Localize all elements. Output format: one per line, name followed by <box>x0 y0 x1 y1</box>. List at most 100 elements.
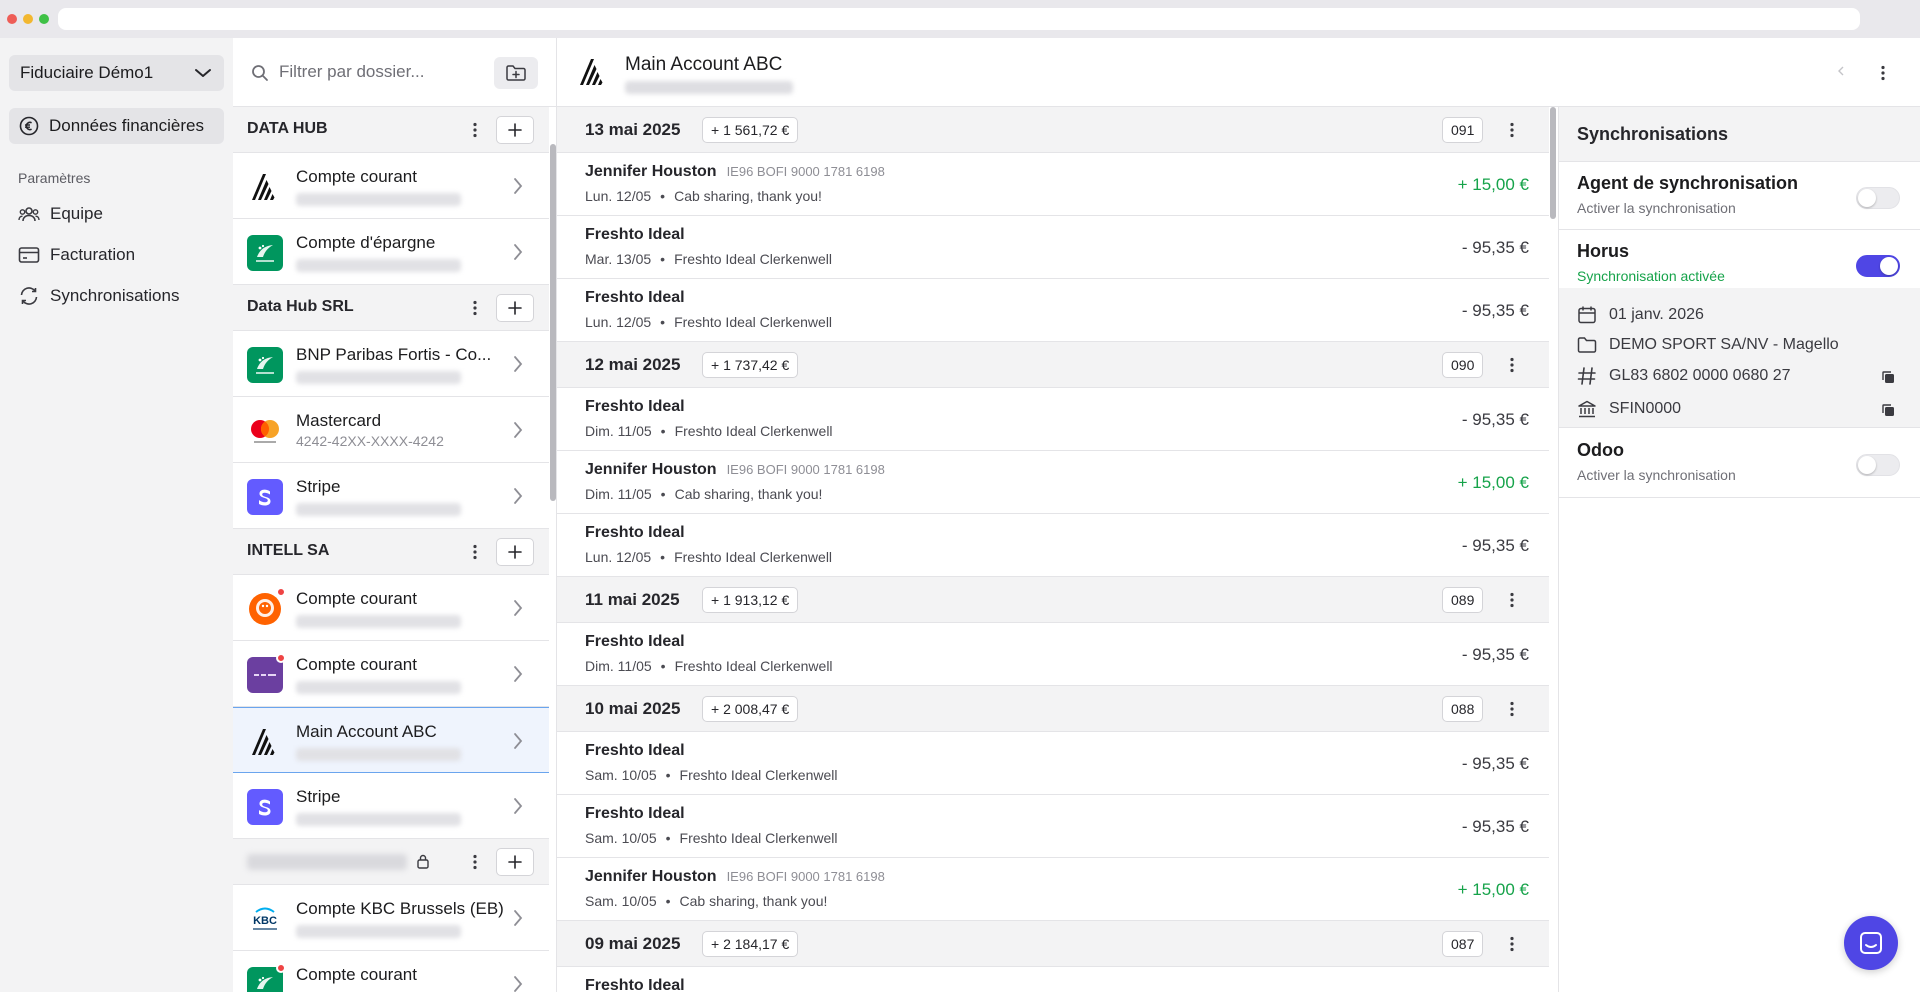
bnp-logo <box>247 235 283 271</box>
counterparty-iban: IE96 BOFI 9000 1781 6198 <box>726 164 885 179</box>
transaction-row[interactable]: Jennifer Houston IE96 BOFI 9000 1781 6198… <box>557 858 1557 921</box>
account-number-blurred <box>296 681 461 694</box>
copy-icon[interactable] <box>1881 403 1895 417</box>
more-vertical-icon <box>473 544 477 560</box>
address-bar[interactable] <box>58 8 1860 30</box>
account-item[interactable]: Stripe <box>233 773 549 839</box>
sidebar: Fiduciaire Démo1 Données financières Par… <box>0 38 233 992</box>
nav-billing[interactable]: Facturation <box>18 241 135 269</box>
plus-icon <box>508 301 522 315</box>
day-more-button[interactable] <box>1502 352 1522 378</box>
sync-agent-toggle[interactable] <box>1856 187 1900 209</box>
group-add-button[interactable] <box>496 294 534 322</box>
transaction-meta: Sam. 10/05 • Freshto Ideal Clerkenwell <box>585 830 837 846</box>
transaction-row[interactable]: Freshto Ideal Sam. 10/05 • Freshto Ideal Cl… <box>557 795 1557 858</box>
transaction-meta: Lun. 12/05 • Freshto Ideal Clerkenwell <box>585 314 832 330</box>
account-title: Main Account ABC <box>625 54 783 75</box>
account-more-button[interactable] <box>1873 60 1893 86</box>
chevron-down-icon <box>194 67 212 79</box>
nav-synchronisations[interactable]: Synchronisations <box>18 282 179 310</box>
separator-dot: • <box>660 486 666 502</box>
scrollbar-thumb[interactable] <box>1550 107 1556 219</box>
maximize-window-dot[interactable] <box>39 14 49 24</box>
account-item[interactable]: BNP Paribas Fortis - Co... <box>233 331 549 397</box>
support-chat-button[interactable] <box>1844 916 1898 970</box>
transaction-meta: Dim. 11/05 • Freshto Ideal Clerkenwell <box>585 658 833 674</box>
plus-icon <box>508 123 522 137</box>
account-item[interactable]: Stripe <box>233 463 549 529</box>
separator-dot: • <box>665 767 671 783</box>
sync-odoo-toggle[interactable] <box>1856 454 1900 476</box>
transaction-amount: + 15,00 € <box>1457 175 1529 194</box>
counterparty-name: Jennifer Houston <box>585 163 717 180</box>
account-item[interactable]: Compte courant <box>233 641 549 707</box>
search-input[interactable]: Filtrer par dossier... <box>279 62 425 82</box>
account-list-scrollbar[interactable] <box>549 107 556 992</box>
account-item[interactable]: Compte courant <box>233 153 549 219</box>
transaction-row[interactable]: Freshto Ideal Mar. 13/05 • Freshto Ideal Cl… <box>557 216 1557 279</box>
transaction-meta: Lun. 12/05 • Cab sharing, thank you! <box>585 188 822 204</box>
group-more-button[interactable] <box>467 119 483 141</box>
group-add-button[interactable] <box>496 116 534 144</box>
nav-team[interactable]: Equipe <box>18 200 103 228</box>
sync-horus-row: Horus Synchronisation activée <box>1559 230 1920 288</box>
organization-select[interactable]: Fiduciaire Démo1 <box>9 55 224 91</box>
day-more-button[interactable] <box>1502 117 1522 143</box>
group-more-button[interactable] <box>467 297 483 319</box>
day-date: 09 mai 2025 <box>585 934 681 953</box>
transaction-date: Lun. 12/05 <box>585 549 652 565</box>
chevron-right-icon <box>514 600 523 616</box>
add-folder-button[interactable] <box>494 57 538 89</box>
group-add-button[interactable] <box>496 538 534 566</box>
transaction-date: Dim. 11/05 <box>585 486 652 502</box>
counterparty-name: Freshto Ideal <box>585 289 685 306</box>
sync-horus-toggle[interactable] <box>1856 255 1900 277</box>
transaction-row[interactable]: Jennifer Houston IE96 BOFI 9000 1781 6198… <box>557 153 1557 216</box>
transaction-row[interactable]: Freshto Ideal Dim. 11/05 • Freshto Ideal Cl… <box>557 623 1557 686</box>
stripe-logo <box>247 479 283 515</box>
sync-date-row: 01 janv. 2026 <box>1577 304 1704 326</box>
chevron-right-icon <box>514 488 523 504</box>
account-item[interactable]: Compte d'épargne <box>233 219 549 285</box>
transaction-row[interactable]: Freshto Ideal Lun. 12/05 • Freshto Ideal Cl… <box>557 514 1557 577</box>
transaction-row[interactable]: Freshto Ideal <box>557 967 1557 992</box>
group-more-button[interactable] <box>467 851 483 873</box>
group-add-button[interactable] <box>496 848 534 876</box>
sync-odoo-name: Odoo <box>1577 440 1624 460</box>
account-item[interactable]: Mastercard 4242-42XX-XXXX-4242 <box>233 397 549 463</box>
account-name: Compte courant <box>296 589 417 608</box>
credit-card-icon <box>18 246 40 264</box>
ing-logo <box>247 591 283 627</box>
transaction-row[interactable]: Jennifer Houston IE96 BOFI 9000 1781 6198… <box>557 451 1557 514</box>
minimize-window-dot[interactable] <box>23 14 33 24</box>
transaction-list: 13 mai 2025 + 1 561,72 € 091 Jennifer Houst… <box>557 107 1557 992</box>
transaction-counterparty: Jennifer Houston IE96 BOFI 9000 1781 6198 <box>585 163 885 181</box>
account-item-selected[interactable]: Main Account ABC <box>233 707 549 773</box>
triangle-logo <box>577 56 609 93</box>
transaction-list-scrollbar[interactable] <box>1549 107 1557 992</box>
close-window-dot[interactable] <box>7 14 17 24</box>
day-more-button[interactable] <box>1502 587 1522 613</box>
day-more-button[interactable] <box>1502 696 1522 722</box>
group-more-button[interactable] <box>467 541 483 563</box>
account-name: Compte courant <box>296 965 417 984</box>
transaction-row[interactable]: Freshto Ideal Lun. 12/05 • Freshto Ideal Cl… <box>557 279 1557 342</box>
counterparty-name: Freshto Ideal <box>585 398 685 415</box>
scrollbar-thumb[interactable] <box>550 144 556 501</box>
transaction-row[interactable]: Freshto Ideal Sam. 10/05 • Freshto Ideal Cl… <box>557 732 1557 795</box>
day-date: 13 mai 2025 <box>585 120 681 139</box>
chevron-left-icon[interactable] <box>1838 66 1844 76</box>
account-item[interactable]: Compte courant <box>233 951 549 992</box>
day-more-button[interactable] <box>1502 931 1522 957</box>
group-name: INTELL SA <box>247 542 330 559</box>
nav-financial-data[interactable]: Données financières <box>9 108 224 144</box>
transaction-description: Freshto Ideal Clerkenwell <box>674 314 833 330</box>
copy-icon[interactable] <box>1881 370 1895 384</box>
purple-bank-logo <box>247 657 283 693</box>
account-item[interactable]: Compte courant <box>233 575 549 641</box>
transaction-counterparty: Freshto Ideal <box>585 977 685 992</box>
transaction-row[interactable]: Freshto Ideal Dim. 11/05 • Freshto Ideal Cl… <box>557 388 1557 451</box>
lock-icon <box>417 854 429 869</box>
account-item[interactable]: KBC Compte KBC Brussels (EB) <box>233 885 549 951</box>
transaction-description: Freshto Ideal Clerkenwell <box>679 830 838 846</box>
